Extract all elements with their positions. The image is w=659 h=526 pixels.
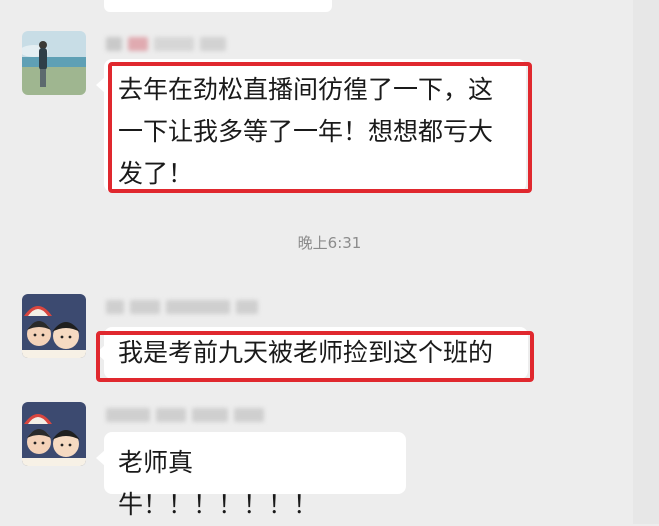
avatar-beach[interactable] bbox=[22, 31, 86, 95]
avatar-cartoon-kids[interactable] bbox=[22, 294, 86, 358]
message-bubble[interactable]: 老师真牛！！！！！！！ bbox=[96, 432, 406, 519]
message-bubble[interactable]: 去年在劲松直播间彷徨了一下，这一下让我多等了一年！想想都亏大发了！ bbox=[96, 59, 526, 192]
sender-name-blurred bbox=[106, 34, 226, 54]
message-text: 我是考前九天被老师捡到这个班的 bbox=[118, 338, 494, 367]
previous-message-bubble bbox=[104, 0, 332, 12]
message-text: 去年在劲松直播间彷徨了一下，这一下让我多等了一年！想想都亏大发了！ bbox=[118, 75, 494, 188]
sender-name-blurred bbox=[106, 405, 264, 425]
cartoon-kids-icon bbox=[22, 402, 86, 466]
message-text: 老师真牛！！！！！！！ bbox=[118, 448, 319, 519]
scroll-gutter bbox=[633, 0, 659, 524]
sender-name-blurred bbox=[106, 297, 258, 317]
message-bubble[interactable]: 我是考前九天被老师捡到这个班的 bbox=[96, 327, 528, 379]
cartoon-kids-icon bbox=[22, 294, 86, 358]
beach-photo-icon bbox=[22, 31, 86, 95]
message-timestamp: 晚上6:31 bbox=[297, 234, 362, 252]
avatar-cartoon-kids[interactable] bbox=[22, 402, 86, 466]
